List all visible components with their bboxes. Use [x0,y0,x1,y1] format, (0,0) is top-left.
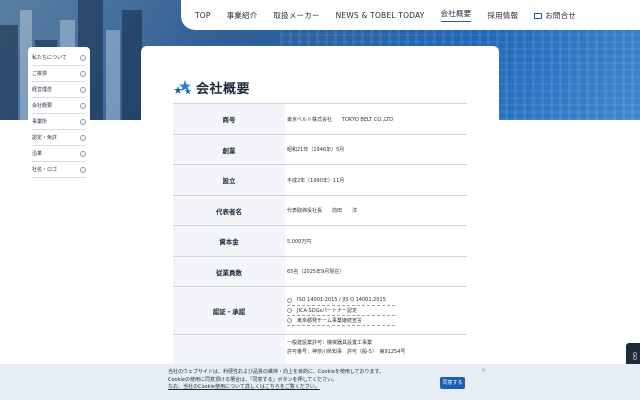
side-item-about[interactable]: 私たちについて › [32,50,86,66]
chevron-right-circle-icon: › [80,166,86,173]
mail-icon [534,12,543,19]
side-item-label: ご挨拶 [32,71,48,77]
cookie-text: 当社のウェブサイトは、利便性および品質の維持・向上を目的に、Cookieを使用し… [168,369,384,392]
page-title-block: 会社概要 [173,78,250,97]
table-row: 設立 平成2年（1990年）11月 [173,164,467,196]
side-item-greeting[interactable]: ご挨拶 › [32,66,86,82]
main-content-card: 会社概要 商号 東京ベルト株式会社 TOKYO BELT CO.,LTD 創業 … [141,46,499,400]
license-line: 一般建設業許可：機械器具設置工事業 [287,340,373,346]
row-value: 65名（2025年9月現在） [285,256,467,287]
nav-news[interactable]: NEWS & TOBEL TODAY [336,11,425,20]
chevron-right-circle-icon: › [80,102,86,109]
circle-bullet-icon [287,307,292,313]
chevron-right-circle-icon: › [80,70,86,77]
row-value: 5,000万円 [285,225,467,257]
cookie-policy-link[interactable]: なお、当社のCookie使用について詳しくはこちらをご覧ください。 [168,384,384,392]
building-shape [106,30,120,120]
row-key: 設立 [173,164,285,196]
side-item-label: 私たちについて [32,55,67,61]
side-item-company[interactable]: 会社概要 › [32,98,86,114]
side-item-label: 社名・ロゴ [32,167,58,173]
cert-label: JICA-SDGsパートナー認定 [297,307,358,314]
building-shape [0,25,18,120]
nav-recruit[interactable]: 採用情報 [487,10,518,21]
side-item-philosophy[interactable]: 経営理念 › [32,82,86,98]
table-row: 認証・承認 ISO 14001:2015 / JIS Q 14001:2015 … [173,286,467,335]
side-item-label: 沿革 [32,151,43,157]
nav-contact-label: お問合せ [545,10,576,20]
table-row: 代表者名 代表取締役社長 前田 淳 [173,195,467,226]
row-key: 認証・承認 [173,286,285,335]
svg-text:GO: GO [631,352,637,360]
table-row: 商号 東京ベルト株式会社 TOKYO BELT CO.,LTD [173,103,467,135]
row-value: 昭和21年（1946年）5月 [285,134,467,165]
cert-item[interactable]: 東京都発チーム事業継続宣言 [287,316,395,326]
cert-item[interactable]: JICA-SDGsパートナー認定 [287,306,395,316]
cookie-consent-bar: 当社のウェブサイトは、利便性および品質の維持・向上を目的に、Cookieを使用し… [0,364,640,400]
cookie-line: 当社のウェブサイトは、利便性および品質の維持・向上を目的に、Cookieを使用し… [168,369,385,375]
side-item-history[interactable]: 沿革 › [32,146,86,162]
nav-contact[interactable]: お問合せ [534,10,576,21]
cookie-line: Cookieの使用に同意頂ける場合は、「同意する」ボタンを押してください。 [168,376,338,383]
close-icon[interactable]: × [481,367,486,374]
page-title: 会社概要 [196,82,251,97]
chevron-right-circle-icon: › [80,54,86,61]
circle-bullet-icon [287,297,292,303]
nav-makers[interactable]: 取扱メーカー [273,10,319,21]
row-value: 東京ベルト株式会社 TOKYO BELT CO.,LTD [285,103,467,135]
chevron-right-circle-icon: › [80,86,86,93]
cookie-accept-button[interactable]: 同意する [440,377,465,389]
table-row: 資本金 5,000万円 [173,225,467,257]
chevron-right-circle-icon: › [80,118,86,125]
nav-business[interactable]: 事業紹介 [227,10,258,21]
nav-top[interactable]: TOP [195,11,211,20]
table-row: 創業 昭和21年（1946年）5月 [173,134,467,165]
cert-label: 東京都発チーム事業継続宣言 [297,317,362,324]
side-item-offices[interactable]: 事業所 › [32,114,86,130]
row-value: 平成2年（1990年）11月 [285,164,467,196]
row-key: 資本金 [173,225,285,257]
license-line: 許可番号：神奈川県知事 許可（般-5） 第91254号 [287,349,406,355]
top-navigation: TOP 事業紹介 取扱メーカー NEWS & TOBEL TODAY 会社概要 … [181,0,640,30]
side-item-certification[interactable]: 認定・免許 › [32,130,86,146]
cert-list: ISO 14001:2015 / JIS Q 14001:2015 JICA-S… [285,286,467,335]
circle-bullet-icon [287,317,292,323]
side-item-label: 会社概要 [32,103,53,109]
side-item-label: 事業所 [32,119,48,125]
cert-item[interactable]: ISO 14001:2015 / JIS Q 14001:2015 [287,296,395,306]
nav-company[interactable]: 会社概要 [440,8,472,22]
row-key: 創業 [173,134,285,165]
side-item-logo[interactable]: 社名・ロゴ › [32,162,86,178]
stars-icon [174,79,192,94]
cert-label: ISO 14001:2015 / JIS Q 14001:2015 [297,297,386,303]
row-value: 代表取締役社長 前田 淳 [285,195,467,226]
row-key: 商号 [173,103,285,135]
building-shape [122,10,142,120]
side-item-label: 経営理念 [32,87,53,93]
side-menu: 私たちについて › ご挨拶 › 経営理念 › 会社概要 › 事業所 › 認定・免許 › 沿革… [28,47,90,181]
chevron-right-circle-icon: › [80,150,86,157]
chevron-right-circle-icon: › [80,134,86,141]
table-row: 従業員数 65名（2025年9月現在） [173,256,467,287]
side-item-label: 認定・免許 [32,135,58,141]
row-key: 代表者名 [173,195,285,226]
row-key: 従業員数 [173,256,285,287]
company-info-table: 商号 東京ベルト株式会社 TOKYO BELT CO.,LTD 創業 昭和21年… [173,103,467,375]
